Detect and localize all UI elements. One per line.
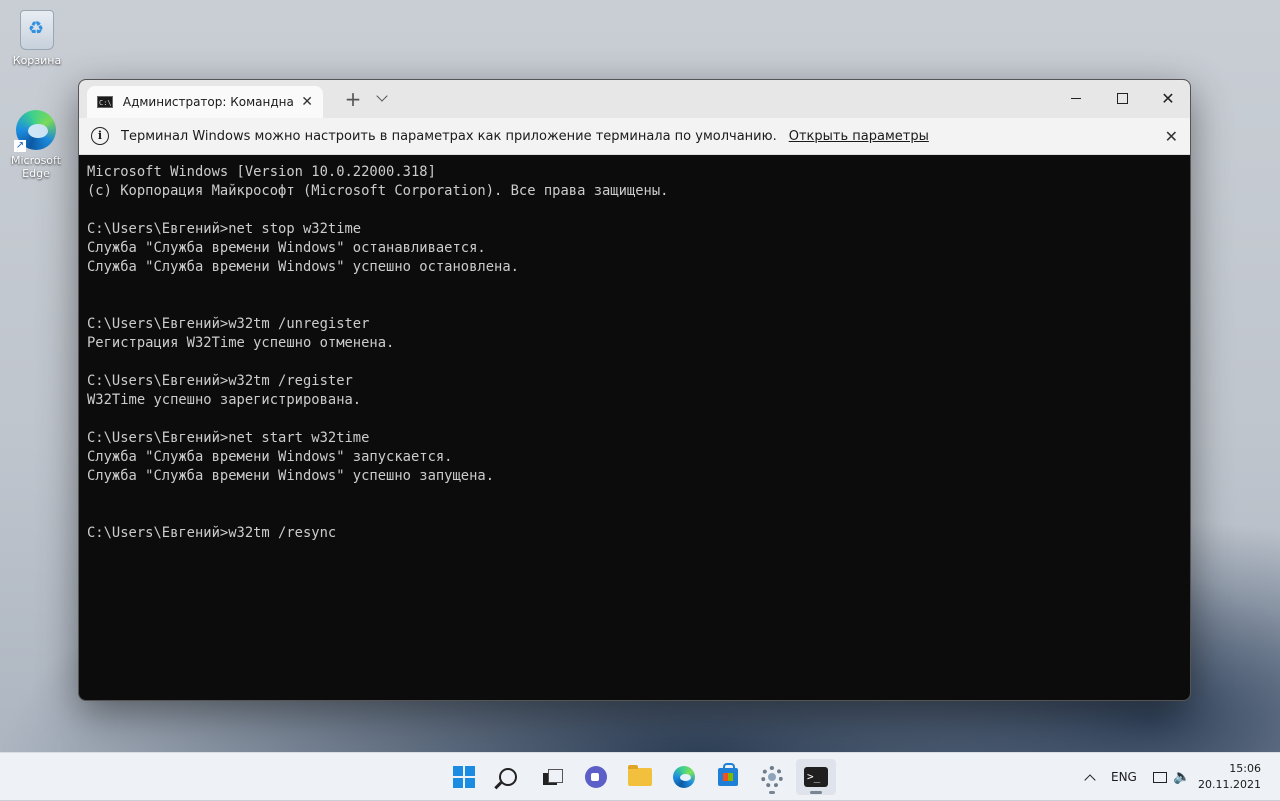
active-indicator	[810, 791, 822, 794]
console-line: C:\Users\Евгений>net start w32time	[87, 430, 370, 446]
console-line: C:\Users\Евгений>w32tm /resync	[87, 525, 337, 541]
info-close-button[interactable]: ✕	[1165, 127, 1178, 146]
file-explorer-button[interactable]	[620, 759, 660, 795]
task-view-icon	[543, 769, 563, 785]
teams-chat-button[interactable]	[576, 759, 616, 795]
new-tab-button[interactable]: +	[341, 88, 365, 110]
tab-dropdown-button[interactable]	[375, 92, 389, 106]
running-indicator	[769, 791, 775, 794]
clock-time: 15:06	[1229, 762, 1261, 775]
search-icon	[499, 768, 517, 786]
open-settings-link[interactable]: Открыть параметры	[789, 129, 929, 144]
terminal-window: C:\ Администратор: Командная ст ✕ + ✕ i …	[78, 79, 1191, 701]
taskbar: >_ ENG 🔈 15:06 20.11.2021	[0, 752, 1280, 800]
clock-date: 20.11.2021	[1198, 778, 1261, 791]
console-line: Служба "Служба времени Windows" успешно …	[87, 259, 519, 275]
desktop-icon-edge[interactable]: ↗ Microsoft Edge	[4, 110, 68, 180]
console-line: Регистрация W32Time успешно отменена.	[87, 335, 395, 351]
network-icon[interactable]	[1152, 753, 1168, 801]
close-window-button[interactable]: ✕	[1145, 80, 1190, 116]
console-line: Служба "Служба времени Windows" запускае…	[87, 449, 453, 465]
edge-icon: ↗	[14, 110, 56, 152]
info-message: Терминал Windows можно настроить в парам…	[121, 128, 777, 144]
console-line: C:\Users\Евгений>w32tm /register	[87, 373, 353, 389]
tab-title: Администратор: Командная ст	[122, 95, 294, 109]
console-line: W32Time успешно зарегистрирована.	[87, 392, 362, 408]
cmd-icon: C:\	[97, 96, 113, 108]
console-line: Microsoft Windows [Version 10.0.22000.31…	[87, 164, 436, 180]
terminal-icon: >_	[804, 767, 828, 787]
settings-gear-icon	[761, 766, 783, 788]
clock[interactable]: 15:06 20.11.2021	[1198, 761, 1261, 793]
desktop-icon-recycle-bin[interactable]: Корзина	[5, 10, 69, 67]
store-button[interactable]	[708, 759, 748, 795]
console-line: C:\Users\Евгений>net stop w32time	[87, 221, 362, 237]
console-output[interactable]: Microsoft Windows [Version 10.0.22000.31…	[79, 155, 1190, 551]
show-hidden-icons-button[interactable]	[1080, 753, 1100, 801]
desktop-icon-label: Microsoft	[10, 154, 62, 167]
file-explorer-icon	[628, 765, 652, 786]
console-line: Служба "Служба времени Windows" останавл…	[87, 240, 486, 256]
minimize-button[interactable]	[1053, 80, 1099, 116]
terminal-button[interactable]: >_	[796, 759, 836, 795]
desktop-icon-label: Edge	[22, 167, 50, 180]
maximize-button[interactable]	[1099, 80, 1145, 116]
info-icon: i	[91, 127, 109, 145]
console-line: C:\Users\Евгений>w32tm /unregister	[87, 316, 370, 332]
tab-command-prompt[interactable]: C:\ Администратор: Командная ст ✕	[87, 86, 323, 118]
store-icon	[718, 763, 738, 786]
search-button[interactable]	[488, 759, 528, 795]
settings-button[interactable]	[752, 759, 792, 795]
info-bar: i Терминал Windows можно настроить в пар…	[79, 118, 1190, 155]
title-bar[interactable]: C:\ Администратор: Командная ст ✕ + ✕	[79, 80, 1190, 118]
desktop-icon-label: Корзина	[12, 54, 62, 67]
teams-chat-icon	[585, 766, 607, 788]
recycle-bin-icon	[20, 10, 54, 50]
language-indicator[interactable]: ENG	[1111, 753, 1137, 801]
task-view-button[interactable]	[532, 759, 572, 795]
console-line: (c) Корпорация Майкрософт (Microsoft Cor…	[87, 183, 669, 199]
edge-button[interactable]	[664, 759, 704, 795]
start-icon	[453, 766, 475, 788]
console-line: Служба "Служба времени Windows" успешно …	[87, 468, 495, 484]
tab-close-button[interactable]: ✕	[301, 94, 313, 110]
shortcut-arrow-icon: ↗	[14, 140, 26, 152]
start-button[interactable]	[444, 759, 484, 795]
volume-icon[interactable]: 🔈	[1173, 753, 1190, 801]
edge-icon	[673, 766, 695, 788]
